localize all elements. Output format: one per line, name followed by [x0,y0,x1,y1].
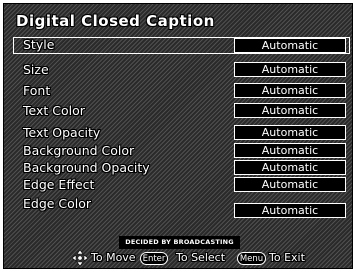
setting-label: Text Opacity [23,125,101,140]
closed-caption-menu: Digital Closed Caption Style Automatic S… [3,3,353,269]
setting-value[interactable]: Automatic [234,83,346,98]
setting-label: Background Color [23,143,135,158]
settings-row-text-opacity[interactable]: Text Opacity Automatic [4,124,352,142]
setting-value[interactable]: Automatic [234,143,346,158]
enter-key-badge: Enter [140,252,168,265]
setting-label: Edge Color [23,196,92,211]
style-label: Style [23,37,55,52]
settings-row-edge-effect[interactable]: Edge Effect Automatic [4,176,352,194]
setting-label: Background Opacity [23,160,150,175]
settings-row-edge-color[interactable]: Edge Color Automatic [4,195,352,218]
move-hint: To Move [91,251,136,264]
setting-label: Size [23,62,49,77]
setting-label: Text Color [23,103,85,118]
setting-value[interactable]: Automatic [234,62,346,77]
menu-title: Digital Closed Caption [16,12,215,30]
setting-value[interactable]: Automatic [234,177,346,192]
setting-value[interactable]: Automatic [234,160,346,175]
setting-value[interactable]: Automatic [234,103,346,118]
setting-value[interactable]: Automatic [234,125,346,140]
setting-label: Font [23,83,51,98]
setting-label: Edge Effect [23,177,95,192]
setting-value[interactable]: Automatic [234,203,346,218]
menu-key-badge: Menu [237,252,266,265]
footer-hints: To Move Enter To Select Menu To Exit [4,248,352,268]
exit-hint: To Exit [269,251,305,264]
settings-row-font[interactable]: Font Automatic [4,82,352,100]
select-hint: To Select [176,251,226,264]
settings-row-background-opacity[interactable]: Background Opacity Automatic [4,159,352,177]
style-row[interactable]: Style Automatic [13,37,350,54]
settings-row-size[interactable]: Size Automatic [4,61,352,79]
four-way-arrow-icon [72,250,88,266]
settings-row-text-color[interactable]: Text Color Automatic [4,102,352,120]
style-value[interactable]: Automatic [234,38,346,53]
settings-row-background-color[interactable]: Background Color Automatic [4,142,352,160]
